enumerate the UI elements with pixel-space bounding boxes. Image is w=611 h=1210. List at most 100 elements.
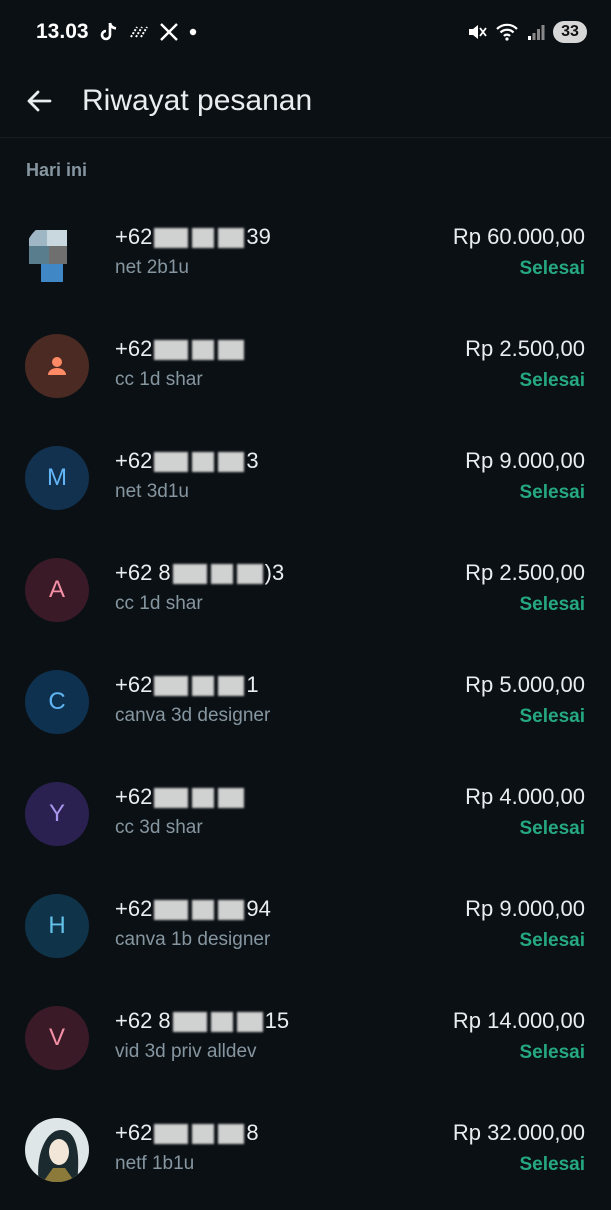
order-row[interactable]: C +62 1 canva 3d designer Rp 5.000,00 Selesai [0, 650, 611, 762]
product-name: cc 1d shar [115, 593, 203, 614]
profile-photo-icon [25, 1118, 89, 1182]
order-status: Selesai [519, 1042, 586, 1063]
order-status: Selesai [519, 818, 586, 839]
contact-avatar: M [25, 446, 89, 510]
profile-photo-icon [29, 230, 67, 282]
redaction-block [172, 564, 207, 585]
phone-prefix: +62 [115, 336, 153, 361]
product-name: cc 3d shar [115, 817, 203, 838]
app-bar: Riwayat pesanan [0, 64, 611, 138]
order-row[interactable]: V +62 8 15 vid 3d priv alldev Rp 14.000,00 Se… [0, 986, 611, 1098]
product-name: vid 3d priv alldev [115, 1041, 257, 1062]
contact-avatar: H [25, 894, 89, 958]
order-status: Selesai [519, 930, 586, 951]
redaction-block [210, 564, 233, 585]
redaction-block [154, 900, 189, 921]
redaction-block [192, 788, 215, 809]
x-icon [159, 22, 179, 42]
customer-phone: +62 8 [115, 1120, 259, 1146]
contact-avatar [25, 1118, 89, 1182]
phone-suffix: 15 [264, 1008, 290, 1033]
status-time: 13.03 [36, 20, 89, 43]
wifi-icon [495, 22, 519, 42]
phone-suffix: 1 [246, 672, 259, 697]
avatar-letter: A [48, 576, 65, 603]
product-name: canva 3d designer [115, 705, 271, 726]
redaction-block [218, 676, 245, 697]
dot-icon [189, 28, 197, 36]
phone-prefix: +62 [115, 672, 153, 697]
redaction-block [154, 788, 189, 809]
order-row[interactable]: H +62 94 canva 1b designer Rp 9.000,00 Selesa… [0, 874, 611, 986]
order-amount: Rp 9.000,00 [465, 448, 585, 473]
order-amount: Rp 60.000,00 [452, 224, 585, 249]
order-row[interactable]: Y +62 cc 3d shar Rp 4.000,00 Selesai [0, 762, 611, 874]
status-bar-right: 33 [467, 21, 587, 43]
contact-avatar: C [25, 670, 89, 734]
phone-prefix: +62 [115, 448, 153, 473]
phone-suffix: )3 [264, 560, 285, 585]
order-status: Selesai [519, 594, 586, 615]
redaction-block [192, 452, 215, 473]
redaction-block [236, 564, 263, 585]
tiktok-icon [99, 21, 119, 43]
redaction-block [218, 228, 245, 249]
phone-suffix: 3 [246, 448, 259, 473]
avatar-letter: C [48, 688, 66, 715]
customer-phone: +62 3 [115, 448, 259, 474]
redaction-block [218, 452, 245, 473]
order-amount: Rp 9.000,00 [465, 896, 585, 921]
arrow-left-icon [27, 90, 52, 111]
order-amount: Rp 2.500,00 [465, 560, 585, 585]
order-amount: Rp 14.000,00 [452, 1008, 585, 1033]
redaction-block [172, 1012, 207, 1033]
redaction-block [218, 900, 245, 921]
contact-avatar [25, 222, 89, 286]
customer-phone: +62 1 [115, 672, 259, 698]
redaction-block [236, 1012, 263, 1033]
redaction-block [154, 452, 189, 473]
order-row[interactable]: +62 cc 1d shar Rp 2.500,00 Selesai [0, 314, 611, 426]
redaction-block [192, 676, 215, 697]
customer-phone: +62 [115, 336, 246, 362]
redaction-block [192, 340, 215, 361]
order-status: Selesai [519, 370, 586, 391]
product-name: canva 1b designer [115, 929, 271, 950]
contact-avatar: V [25, 1006, 89, 1070]
order-row[interactable]: A +62 8)3 cc 1d shar Rp 2.500,00 Selesai [0, 538, 611, 650]
order-amount: Rp 4.000,00 [465, 784, 585, 809]
person-icon [48, 357, 66, 375]
back-button[interactable] [14, 76, 64, 126]
order-row[interactable]: M +62 3 net 3d1u Rp 9.000,00 Selesai [0, 426, 611, 538]
battery-indicator: 33 [553, 21, 587, 43]
order-status: Selesai [519, 482, 586, 503]
order-row[interactable]: +62 39 net 2b1u Rp 60.000,00 Selesai [0, 202, 611, 314]
avatar-letter: Y [48, 800, 65, 827]
page-title: Riwayat pesanan [82, 83, 313, 117]
redaction-block [210, 1012, 233, 1033]
order-status: Selesai [519, 706, 586, 727]
redaction-block [154, 676, 189, 697]
cell-signal-icon [527, 23, 545, 41]
phone-suffix: 94 [246, 896, 271, 921]
order-amount: Rp 5.000,00 [465, 672, 585, 697]
customer-phone: +62 39 [115, 224, 271, 250]
redaction-block [218, 340, 245, 361]
redaction-block [192, 1124, 215, 1145]
product-name: net 3d1u [115, 481, 189, 502]
contact-avatar: Y [25, 782, 89, 846]
order-row[interactable]: +62 8 netf 1b1u Rp 32.000,00 Selesai [0, 1098, 611, 1210]
product-name: net 2b1u [115, 257, 189, 278]
phone-prefix: +62 [115, 896, 153, 921]
mute-icon [467, 22, 487, 42]
redaction-block [154, 1124, 189, 1145]
phone-prefix: +62 [115, 224, 153, 249]
contact-avatar [25, 334, 89, 398]
avatar-letter: V [48, 1024, 65, 1051]
order-status: Selesai [519, 258, 586, 279]
redaction-block [154, 228, 189, 249]
status-bar-left: 13.03 [36, 20, 197, 44]
phone-prefix: +62 [115, 784, 153, 809]
order-amount: Rp 2.500,00 [465, 336, 585, 361]
avatar-letter: H [48, 912, 66, 939]
